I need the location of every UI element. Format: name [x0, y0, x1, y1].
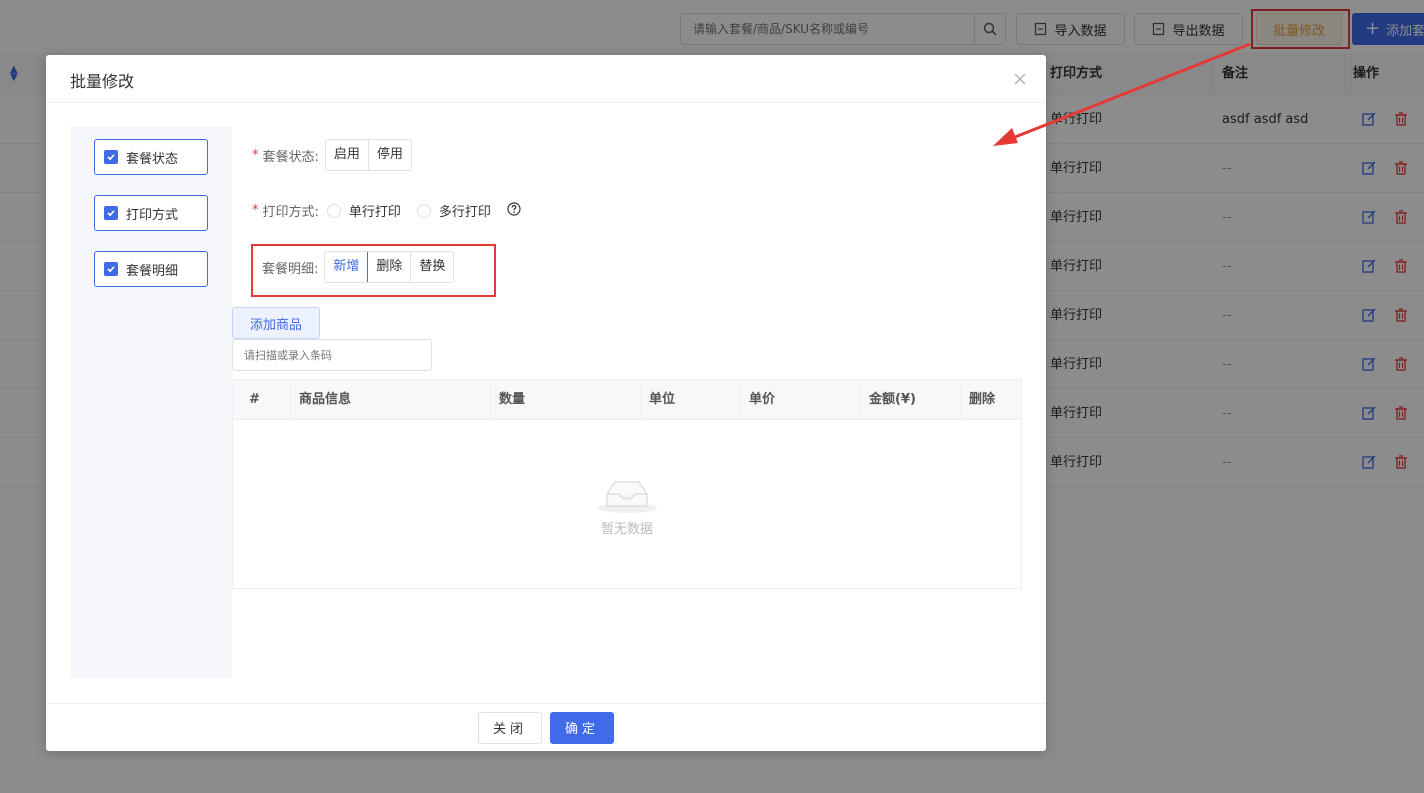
checkbox-checked-icon [104, 206, 118, 220]
radio-circle[interactable] [416, 203, 431, 218]
field-selector-panel: 套餐状态 打印方式 套餐明细 [70, 127, 232, 679]
checkbox-checked-icon [104, 262, 118, 276]
gh-delete: 删除 [969, 392, 996, 407]
radio-multi-line[interactable]: 多行打印 [416, 201, 491, 220]
batch-edit-dialog: 批量修改 套餐状态 打印方式 套餐明细 * 套餐状态: 启用 停用 * 打印方式… [46, 55, 1046, 751]
empty-text: 暂无数据 [600, 521, 653, 537]
checkbox-package-detail[interactable]: 套餐明细 [94, 251, 208, 287]
dialog-header: 批量修改 [46, 55, 1046, 103]
empty-box-icon [597, 480, 657, 513]
radio-single-line[interactable]: 单行打印 [326, 201, 401, 220]
goods-table: # 商品信息 数量 单位 单价 金额(¥) 删除 暂无数据 [232, 379, 1022, 589]
status-label: 套餐状态: [262, 149, 319, 165]
checkbox-checked-icon [104, 150, 118, 164]
gh-unit-price: 单价 [741, 380, 861, 420]
radio-circle[interactable] [326, 203, 341, 218]
checkbox-print-mode[interactable]: 打印方式 [94, 195, 208, 231]
gh-quantity: 数量 [491, 380, 641, 420]
gh-goods-info: 商品信息 [291, 380, 491, 420]
annotation-highlight-detail [251, 244, 496, 297]
checkbox-label: 套餐状态 [126, 151, 179, 167]
dialog-footer: 关闭 确定 [46, 703, 1046, 751]
help-icon[interactable] [507, 201, 521, 220]
add-goods-button[interactable]: 添加商品 [232, 307, 320, 339]
close-button[interactable]: 关闭 [478, 711, 542, 744]
status-segment: 启用 停用 [324, 139, 412, 171]
form-row-print-mode: * 打印方式: 单行打印 多行打印 [252, 201, 521, 220]
barcode-input[interactable] [232, 339, 432, 371]
close-icon[interactable] [1010, 69, 1030, 89]
status-enable-option[interactable]: 启用 [325, 140, 369, 170]
gh-unit: 单位 [641, 380, 741, 420]
required-mark: * [252, 203, 259, 218]
checkbox-label: 打印方式 [126, 207, 179, 223]
status-disable-option[interactable]: 停用 [368, 140, 411, 170]
form-row-status: * 套餐状态: 启用 停用 [252, 139, 412, 171]
goods-table-header: # 商品信息 数量 单位 单价 金额(¥) 删除 [233, 380, 1021, 420]
confirm-button[interactable]: 确定 [550, 711, 614, 744]
empty-state: 暂无数据 [233, 420, 1021, 588]
checkbox-label: 套餐明细 [126, 263, 179, 279]
required-mark: * [252, 147, 259, 163]
print-mode-label: 打印方式: [262, 205, 319, 220]
radio-label: 单行打印 [348, 205, 401, 220]
dialog-title: 批量修改 [70, 72, 135, 91]
checkbox-package-status[interactable]: 套餐状态 [94, 139, 208, 175]
gh-amount: 金额(¥) [861, 380, 961, 420]
radio-label: 多行打印 [438, 205, 491, 220]
gh-index: # [233, 380, 291, 420]
